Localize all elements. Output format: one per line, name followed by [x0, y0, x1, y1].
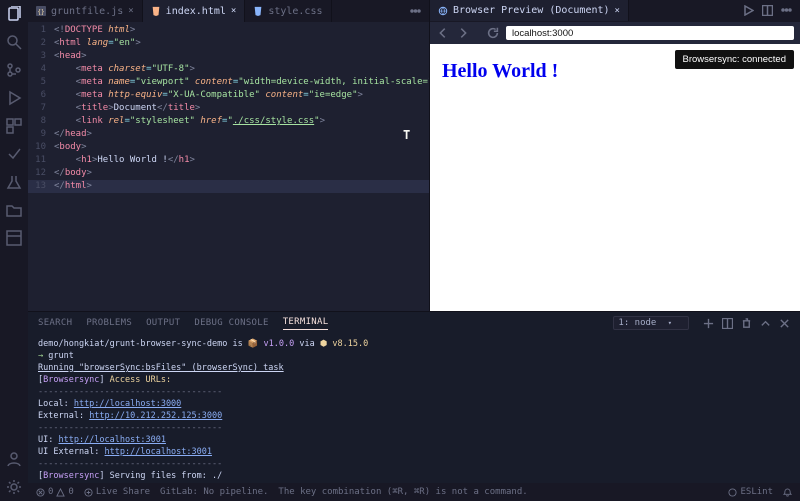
tab-style-css[interactable]: style.css [245, 0, 331, 22]
editor-tabbar: {} gruntfile.js × index.html × style.css [28, 0, 429, 22]
globe-icon [438, 6, 448, 16]
panel-tab-debug-console[interactable]: Debug Console [194, 318, 268, 328]
tab-label: gruntfile.js [51, 6, 123, 17]
preview-tabbar: Browser Preview (Document) × [430, 0, 800, 22]
more-icon[interactable] [410, 6, 421, 17]
terminal-line: → grunt [38, 350, 790, 362]
test-icon[interactable] [6, 146, 22, 162]
status-live-share[interactable]: Live Share [84, 487, 150, 497]
code-line[interactable]: 2<html lang="en"> [28, 37, 429, 50]
preview-pane: Browser Preview (Document) × Browsersync [430, 0, 800, 311]
split-editor-icon[interactable] [762, 5, 773, 16]
status-hint: The key combination (⌘R, ⌘R) is not a co… [278, 487, 527, 497]
terminal-line: Local: http://localhost:3000 [38, 398, 790, 410]
status-errors[interactable]: 0 0 [36, 487, 74, 497]
terminal-select[interactable]: 1: node ▾ [613, 316, 689, 330]
search-activity-icon[interactable] [6, 34, 22, 50]
tab-label: Browser Preview (Document) [453, 5, 610, 16]
code-line[interactable]: 11 <h1>Hello World !</h1> [28, 154, 429, 167]
panel-tabs: Search Problems Output Debug Console Termina… [28, 312, 800, 334]
code-line[interactable]: 13</html> [28, 180, 429, 193]
more-icon[interactable] [781, 5, 792, 16]
layout-icon[interactable] [6, 230, 22, 246]
browser-viewport[interactable]: Browsersync: connected Hello World ! [430, 44, 800, 311]
account-icon[interactable] [6, 451, 22, 467]
address-input[interactable] [506, 26, 794, 40]
terminal-line: ------------------------------------ [38, 422, 790, 434]
reload-icon[interactable] [486, 26, 500, 40]
close-panel-icon[interactable] [779, 318, 790, 329]
terminal-line: ------------------------------------ [38, 458, 790, 470]
terminal-line: [Browsersync] Access URLs: [38, 374, 790, 386]
code-line[interactable]: 9</head> [28, 128, 429, 141]
close-icon[interactable]: × [231, 6, 236, 16]
code-line[interactable]: 6 <meta http-equiv="X-UA-Compatible" con… [28, 89, 429, 102]
code-line[interactable]: 12</body> [28, 167, 429, 180]
back-icon[interactable] [436, 26, 450, 40]
tab-gruntfile-js[interactable]: {} gruntfile.js × [28, 0, 143, 22]
terminal-line: [Browsersync] Serving files from: ./ [38, 470, 790, 482]
terminal-line: demo/hongkiat/grunt-browser-sync-demo is… [38, 338, 790, 350]
status-eslint[interactable]: ESLint [728, 487, 773, 497]
new-terminal-icon[interactable] [703, 318, 714, 329]
status-bar: 0 0 Live Share GitLab: No pipeline. The … [28, 483, 800, 501]
source-control-icon[interactable] [6, 62, 22, 78]
code-line[interactable]: 1<!DOCTYPE html> [28, 24, 429, 37]
browsersync-badge: Browsersync: connected [675, 50, 795, 69]
code-line[interactable]: 3<head> [28, 50, 429, 63]
debug-icon[interactable] [6, 90, 22, 106]
tab-browser-preview[interactable]: Browser Preview (Document) × [430, 0, 629, 21]
edge-text: T [403, 128, 800, 142]
extensions-icon[interactable] [6, 118, 22, 134]
close-icon[interactable]: × [615, 6, 620, 16]
code-line[interactable]: 8 <link rel="stylesheet" href="./css/sty… [28, 115, 429, 128]
panel-tab-problems[interactable]: Problems [86, 318, 132, 328]
preview-nav-bar [430, 22, 800, 44]
code-line[interactable]: 4 <meta charset="UTF-8"> [28, 63, 429, 76]
tab-label: index.html [166, 6, 226, 17]
code-line[interactable]: 7 <title>Document</title> [28, 102, 429, 115]
panel-tab-search[interactable]: Search [38, 318, 72, 328]
run-icon[interactable] [743, 5, 754, 16]
editor-pane: {} gruntfile.js × index.html × style.css 1<!D… [28, 0, 430, 311]
status-gitlab[interactable]: GitLab: No pipeline. [160, 487, 268, 497]
panel-tab-output[interactable]: Output [146, 318, 180, 328]
status-bell-icon[interactable] [783, 488, 792, 497]
gear-icon[interactable] [6, 479, 22, 495]
code-editor[interactable]: 1<!DOCTYPE html>2<html lang="en">3<head>… [28, 22, 429, 311]
folder-icon[interactable] [6, 202, 22, 218]
trash-icon[interactable] [741, 318, 752, 329]
terminal-line: UI External: http://localhost:3001 [38, 446, 790, 458]
tab-label: style.css [268, 6, 322, 17]
files-icon[interactable] [6, 6, 22, 22]
activity-bar [0, 0, 28, 501]
terminal-line: UI: http://localhost:3001 [38, 434, 790, 446]
terminal-panel: Search Problems Output Debug Console Termina… [28, 311, 800, 483]
terminal-line: External: http://10.212.252.125:3000 [38, 410, 790, 422]
tab-index-html[interactable]: index.html × [143, 0, 246, 22]
close-icon[interactable]: × [128, 6, 133, 16]
code-line[interactable]: 5 <meta name="viewport" content="width=d… [28, 76, 429, 89]
terminal-body[interactable]: demo/hongkiat/grunt-browser-sync-demo is… [28, 334, 800, 483]
split-terminal-icon[interactable] [722, 318, 733, 329]
beaker-icon[interactable] [6, 174, 22, 190]
panel-tab-terminal[interactable]: Terminal [283, 317, 329, 330]
svg-text:{}: {} [37, 10, 44, 16]
workspace-split: {} gruntfile.js × index.html × style.css 1<!D… [28, 0, 800, 311]
code-line[interactable]: 10<body> [28, 141, 429, 154]
forward-icon[interactable] [456, 26, 470, 40]
terminal-line: Running "browserSync:bsFiles" (browserSy… [38, 362, 790, 374]
maximize-panel-icon[interactable] [760, 318, 771, 329]
terminal-line: ------------------------------------ [38, 386, 790, 398]
